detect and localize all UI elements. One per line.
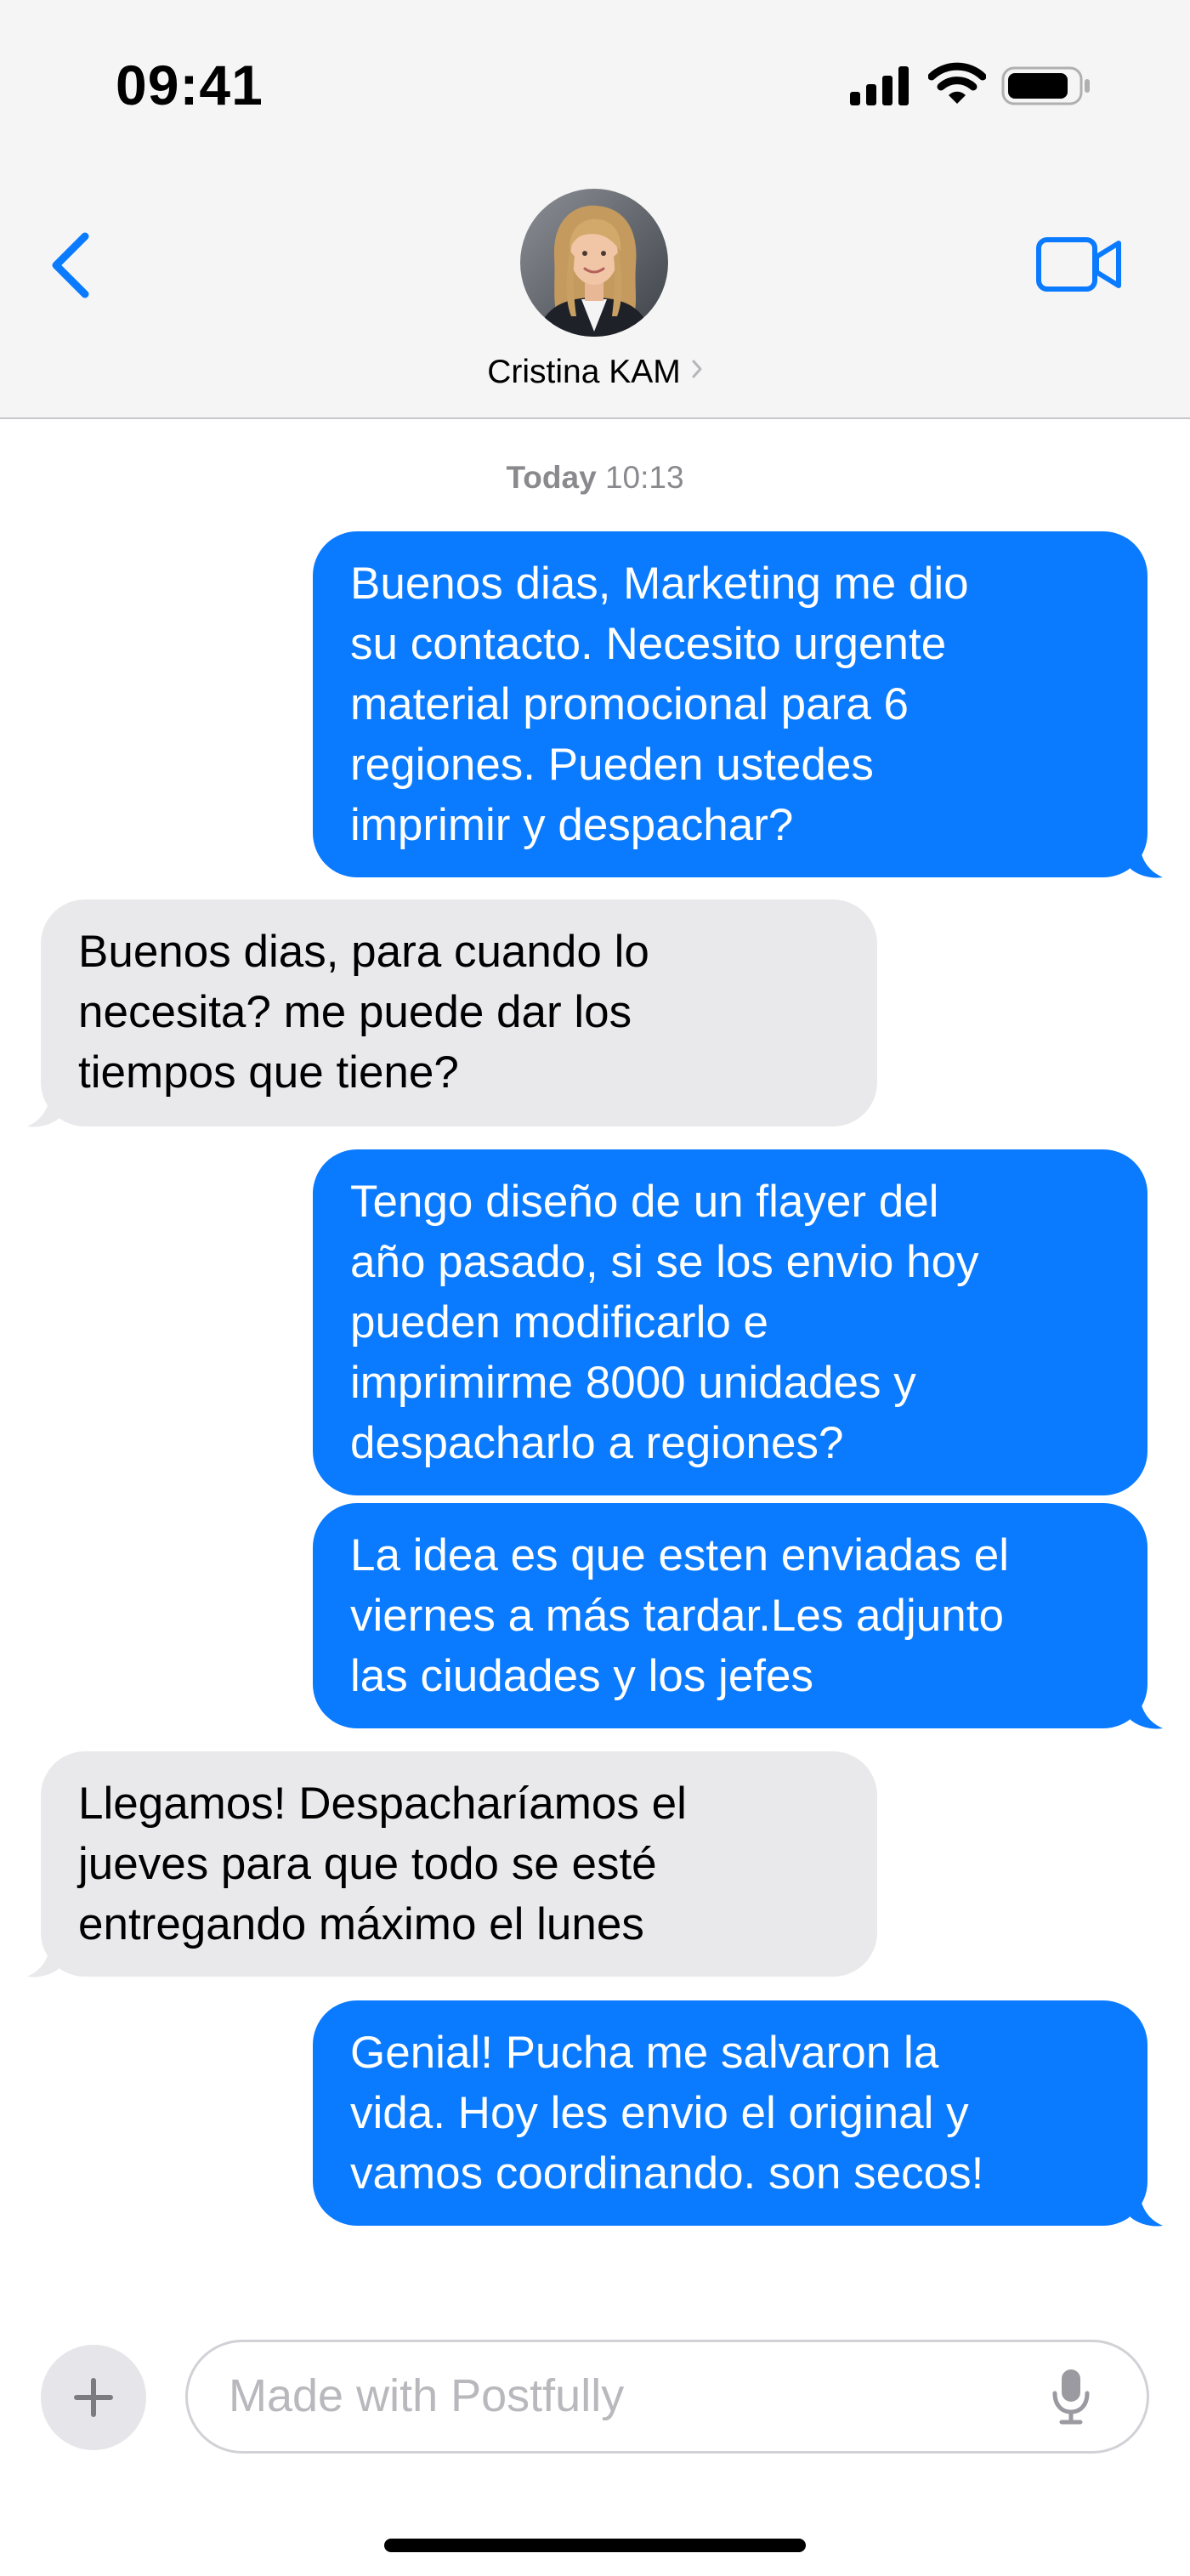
avatar[interactable] — [520, 189, 668, 337]
cellular-signal-icon — [850, 66, 909, 105]
bubble-tail — [1130, 1693, 1163, 1729]
timestamp-time: 10:13 — [604, 460, 684, 495]
back-button[interactable] — [44, 228, 104, 304]
plus-icon — [74, 2378, 113, 2417]
conversation-header: 09:41 Cristina KAM — [0, 0, 1190, 419]
contact-name: Cristina KAM — [487, 354, 681, 390]
home-indicator[interactable] — [384, 2539, 806, 2552]
bubble-tail — [27, 1091, 60, 1127]
message-bubble-incoming[interactable]: Llegamos! Despacharíamos el jueves para … — [41, 1751, 877, 1977]
bubble-tail — [1130, 2190, 1163, 2227]
message-bubble-outgoing[interactable]: Tengo diseño de un flayer del año pasado… — [313, 1149, 1148, 1495]
add-attachment-button[interactable] — [41, 2345, 146, 2450]
microphone-icon[interactable] — [1051, 2368, 1091, 2426]
message-bubble-outgoing[interactable]: Genial! Pucha me salvaron la vida. Hoy l… — [313, 2000, 1148, 2226]
bubble-tail — [27, 1941, 60, 1977]
message-bubble-incoming[interactable]: Buenos dias, para cuando lo necesita? me… — [41, 899, 877, 1126]
chevron-right-icon — [692, 360, 702, 378]
timestamp-day: Today — [506, 460, 597, 495]
wifi-icon — [928, 62, 986, 104]
battery-icon — [1001, 66, 1090, 105]
message-input[interactable]: Made with Postfully — [185, 2340, 1149, 2454]
contact-name-row[interactable]: Cristina KAM — [0, 354, 1190, 391]
contact-avatar-photo — [520, 189, 668, 337]
message-bubble-outgoing[interactable]: Buenos dias, Marketing me dio su contact… — [313, 531, 1148, 877]
message-timestamp: Today 10:13 — [0, 460, 1190, 496]
video-camera-icon — [1036, 237, 1121, 292]
chevron-left-icon — [52, 232, 89, 298]
bubble-tail — [1130, 842, 1163, 878]
video-call-button[interactable] — [1035, 235, 1124, 294]
message-bubble-outgoing[interactable]: La idea es que esten enviadas el viernes… — [313, 1503, 1148, 1728]
status-time: 09:41 — [116, 54, 264, 116]
input-placeholder: Made with Postfully — [229, 2370, 625, 2421]
